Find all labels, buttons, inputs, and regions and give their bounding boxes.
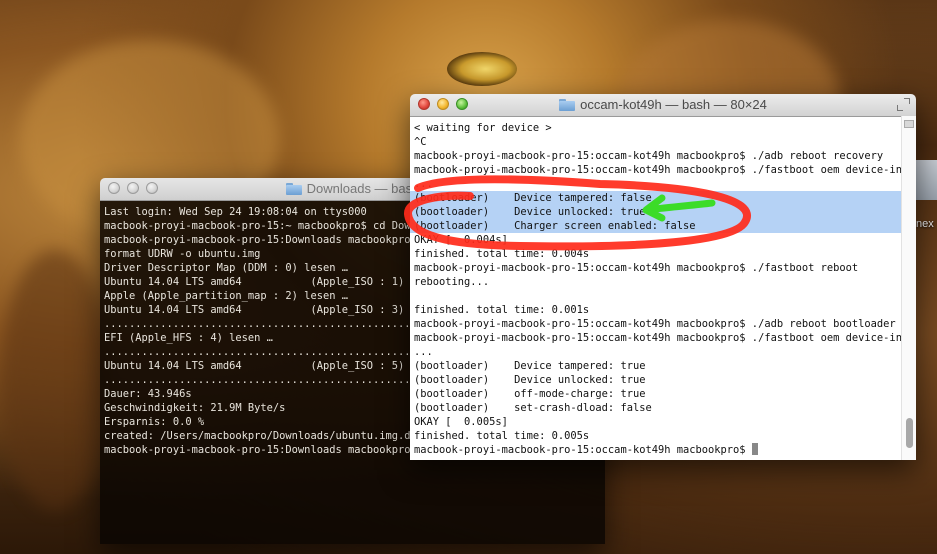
terminal-line: finished. total time: 0.001s bbox=[414, 304, 590, 316]
terminal-line: (bootloader) Device unlocked: true bbox=[414, 374, 646, 386]
terminal-line: (bootloader) Device tampered: false bbox=[410, 191, 916, 205]
scrollbar[interactable] bbox=[901, 116, 916, 460]
folder-icon bbox=[285, 183, 302, 195]
terminal-line: finished. total time: 0.004s bbox=[414, 248, 590, 260]
terminal-line: macbook-proyi-macbook-pro-15:occam-kot49… bbox=[414, 262, 859, 274]
terminal-line: (bootloader) off-mode-charge: true bbox=[414, 388, 646, 400]
close-button[interactable] bbox=[418, 98, 430, 110]
window-controls bbox=[418, 98, 468, 110]
scroll-up-arrow-icon[interactable] bbox=[904, 120, 914, 128]
terminal-line: (bootloader) set-crash-dload: false bbox=[414, 402, 652, 414]
zoom-button[interactable] bbox=[456, 98, 468, 110]
terminal-line: macbook-proyi-macbook-pro-15:occam-kot49… bbox=[414, 164, 915, 176]
terminal-line: rebooting... bbox=[414, 276, 490, 288]
terminal-line: OKAY [ 0.005s] bbox=[414, 416, 508, 428]
terminal-line: (bootloader) Charger screen enabled: fal… bbox=[410, 219, 916, 233]
minimize-button[interactable] bbox=[127, 182, 139, 194]
scroll-thumb[interactable] bbox=[906, 418, 913, 448]
fullscreen-icon[interactable] bbox=[897, 98, 910, 111]
terminal-cursor bbox=[751, 443, 758, 455]
zoom-button[interactable] bbox=[146, 182, 158, 194]
kot-titlebar[interactable]: occam-kot49h — bash — 80×24 bbox=[410, 94, 916, 117]
close-button[interactable] bbox=[108, 182, 120, 194]
terminal-line: OKAY [ 0.004s] bbox=[414, 234, 508, 246]
terminal-line: finished. total time: 0.005s bbox=[414, 430, 590, 442]
terminal-line: < waiting for device > bbox=[414, 122, 552, 134]
wallpaper-lion-eye bbox=[447, 52, 517, 86]
terminal-line: (bootloader) Device tampered: true bbox=[414, 360, 646, 372]
desktop-file-label[interactable]: nex bbox=[916, 218, 934, 230]
terminal-line: ... bbox=[414, 178, 433, 190]
window-title: occam-kot49h — bash — 80×24 bbox=[580, 97, 767, 112]
wallpaper-mane bbox=[0, 250, 110, 510]
kot-terminal-window[interactable]: occam-kot49h — bash — 80×24 < waiting fo… bbox=[410, 94, 916, 460]
terminal-line: macbook-proyi-macbook-pro-15:occam-kot49… bbox=[414, 332, 915, 344]
terminal-line: macbook-proyi-macbook-pro-15:occam-kot49… bbox=[414, 150, 884, 162]
folder-icon bbox=[559, 99, 576, 111]
terminal-line: ^C bbox=[414, 136, 427, 148]
desktop-file-icon[interactable] bbox=[913, 160, 937, 200]
kot-terminal-output[interactable]: < waiting for device > ^C macbook-proyi-ma… bbox=[410, 117, 916, 460]
terminal-line: (bootloader) Device unlocked: true bbox=[410, 205, 916, 219]
terminal-line: macbook-proyi-macbook-pro-15:occam-kot49… bbox=[414, 318, 896, 330]
window-controls bbox=[108, 182, 158, 194]
minimize-button[interactable] bbox=[437, 98, 449, 110]
terminal-line: ... bbox=[414, 346, 433, 358]
terminal-line: macbook-proyi-macbook-pro-15:occam-kot49… bbox=[414, 443, 902, 457]
window-title: Downloads — bash bbox=[306, 181, 420, 196]
